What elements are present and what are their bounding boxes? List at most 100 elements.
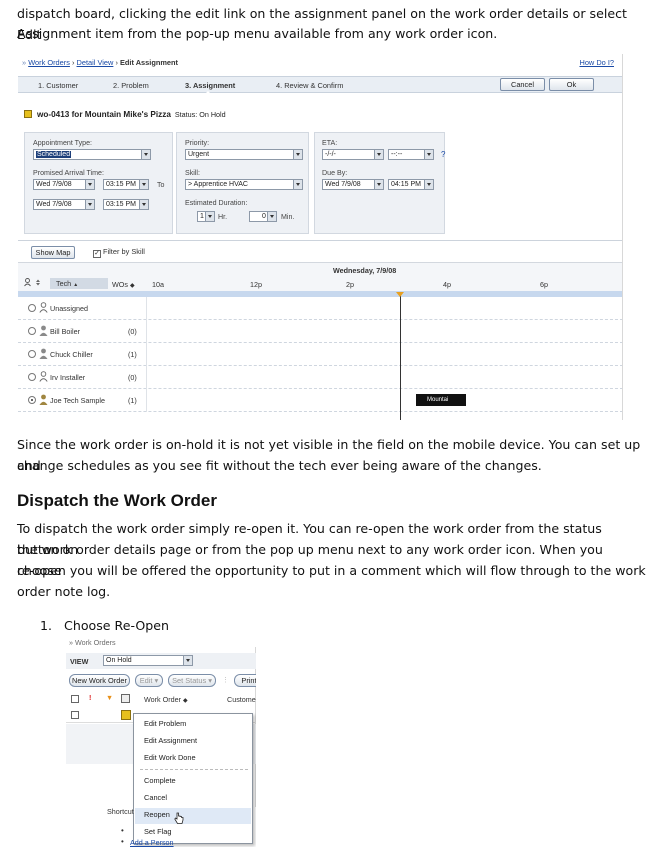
tech-row-bill-boiler[interactable]: Bill Boiler (0) xyxy=(18,320,622,343)
work-order-status-icon xyxy=(24,110,32,118)
toolbar-separator: ⋮ xyxy=(222,675,230,684)
para3-line-4: order note log. xyxy=(17,584,111,599)
menu-complete[interactable]: Complete xyxy=(144,776,176,785)
work-order-name: wo-0413 for Mountain Mike's Pizza xyxy=(37,110,171,119)
row-checkbox[interactable] xyxy=(71,711,79,719)
priority-label: Priority: xyxy=(185,139,210,147)
menu-edit-work-done[interactable]: Edit Work Done xyxy=(144,753,196,762)
eta-time-select[interactable]: --:-- xyxy=(388,149,434,160)
hour-2p: 2p xyxy=(346,280,354,289)
set-status-button[interactable]: Set Status ▾ xyxy=(168,674,216,687)
person-sort-icon[interactable] xyxy=(24,278,42,289)
tech-row-irv-installer[interactable]: Irv Installer (0) xyxy=(18,366,622,389)
hours-select[interactable]: 1 xyxy=(197,211,215,222)
bullet: • xyxy=(121,826,124,835)
filter-by-skill[interactable]: ✓ Filter by Skill xyxy=(93,247,145,258)
chevron-down-icon xyxy=(374,180,383,189)
menu-edit-problem[interactable]: Edit Problem xyxy=(144,719,186,728)
ok-button[interactable]: Ok xyxy=(549,78,594,91)
chevron-down-icon xyxy=(139,180,148,189)
breadcrumb: » Work Orders xyxy=(69,638,116,647)
list-number: 1. xyxy=(40,618,53,633)
shortcut-label: Shortcut xyxy=(107,807,134,816)
arrival-date-select-2[interactable]: Wed 7/9/08 xyxy=(33,199,95,210)
work-order-icon[interactable] xyxy=(121,710,131,720)
breadcrumb-work-orders-link[interactable]: Work Orders xyxy=(28,58,70,67)
work-orders-screenshot: » Work Orders VIEW On Hold New Work Orde… xyxy=(66,636,256,847)
appointment-type-select[interactable]: Scheduled xyxy=(33,149,151,160)
hr-label: Hr. xyxy=(218,213,228,221)
view-bar: VIEW On Hold xyxy=(66,653,256,669)
tech-row-unassigned[interactable]: Unassigned xyxy=(18,297,622,320)
add-person-link[interactable]: Add a Person xyxy=(130,838,174,847)
eta-label: ETA: xyxy=(322,139,338,147)
menu-edit-assignment[interactable]: Edit Assignment xyxy=(144,736,197,745)
tech-radio[interactable] xyxy=(28,304,36,312)
skill-select[interactable]: > Apprentice HVAC xyxy=(185,179,303,190)
eta-panel: ETA: -/-/- --:-- ? Due By: Wed 7/9/08 04… xyxy=(314,132,445,234)
tech-wo-count: (1) xyxy=(128,350,137,359)
step-customer[interactable]: 1. Customer xyxy=(38,81,78,90)
work-order-column-header[interactable]: Work Order ◆ xyxy=(144,695,188,704)
skill-value: > Apprentice HVAC xyxy=(188,181,248,188)
list-text: Choose Re-Open xyxy=(64,618,170,633)
eta-date: -/-/- xyxy=(325,151,336,158)
cancel-button[interactable]: Cancel xyxy=(500,78,545,91)
customer-column-header[interactable]: Custome xyxy=(227,695,256,704)
appointment-block[interactable]: Mountai xyxy=(416,394,466,406)
due-time-select[interactable]: 04:15 PM xyxy=(388,179,434,190)
section-heading: Dispatch the Work Order xyxy=(17,491,217,510)
row-divider xyxy=(146,366,147,389)
person-icon xyxy=(39,394,48,405)
priority-select[interactable]: Urgent xyxy=(185,149,303,160)
arrival-time-select-2[interactable]: 03:15 PM xyxy=(103,199,149,210)
eta-help-link[interactable]: ? xyxy=(441,150,445,159)
hand-cursor-icon xyxy=(174,812,184,824)
tech-radio-selected[interactable] xyxy=(28,396,36,404)
due-by-label: Due By: xyxy=(322,169,348,177)
breadcrumb-current: Edit Assignment xyxy=(119,58,179,67)
appointment-type-label: Appointment Type: xyxy=(33,139,93,147)
select-all-checkbox[interactable] xyxy=(71,695,79,703)
tech-row-chuck-chiller[interactable]: Chuck Chiller (1) xyxy=(18,343,622,366)
due-date-select[interactable]: Wed 7/9/08 xyxy=(322,179,384,190)
appointment-type-value: Scheduled xyxy=(36,151,72,158)
step-assignment[interactable]: 3. Assignment xyxy=(185,81,235,90)
menu-cancel[interactable]: Cancel xyxy=(144,793,167,802)
minutes-select[interactable]: 0 xyxy=(249,211,277,222)
wos-header-label: WOs xyxy=(112,280,128,289)
new-work-order-button[interactable]: New Work Order xyxy=(69,674,130,687)
set-status-label: Set Status xyxy=(172,676,207,685)
breadcrumb-detail-view-link[interactable]: Detail View xyxy=(77,58,114,67)
menu-reopen[interactable]: Reopen xyxy=(144,810,170,819)
edit-button[interactable]: Edit ▾ xyxy=(135,674,163,687)
step-problem[interactable]: 2. Problem xyxy=(113,81,149,90)
tech-radio[interactable] xyxy=(28,327,36,335)
min-label: Min. xyxy=(281,213,295,221)
arrival-time-select-1[interactable]: 03:15 PM xyxy=(103,179,149,190)
chevron-down-icon xyxy=(85,180,94,189)
arrival-time-1: 03:15 PM xyxy=(106,181,136,188)
step-review-confirm[interactable]: 4. Review & Confirm xyxy=(276,81,343,90)
tech-column-header[interactable]: Tech ▲ xyxy=(50,278,108,289)
row-divider xyxy=(146,389,147,412)
arrival-date-select-1[interactable]: Wed 7/9/08 xyxy=(33,179,95,190)
wos-column-header[interactable]: WOs ◆ xyxy=(112,280,135,289)
tech-row-joe-tech-sample[interactable]: Joe Tech Sample (1) Mountai xyxy=(18,389,622,412)
sort-icon: ◆ xyxy=(183,698,188,704)
menu-set-flag[interactable]: Set Flag xyxy=(144,827,172,836)
tech-radio[interactable] xyxy=(28,373,36,381)
eta-date-select[interactable]: -/-/- xyxy=(322,149,384,160)
active-step-pointer xyxy=(203,91,213,96)
work-order-header-label: Work Order xyxy=(144,695,182,704)
how-do-i-link[interactable]: How Do I? xyxy=(579,58,614,67)
show-map-button[interactable]: Show Map xyxy=(31,246,75,259)
current-time-marker-icon xyxy=(396,292,404,297)
tech-radio[interactable] xyxy=(28,350,36,358)
view-label: VIEW xyxy=(70,657,89,666)
table-header: ! ▼ Work Order ◆ Custome xyxy=(66,692,256,705)
breadcrumb-separator: › xyxy=(72,58,75,67)
view-select[interactable]: On Hold xyxy=(103,655,193,666)
print-button[interactable]: Print xyxy=(234,674,256,687)
person-outline-icon xyxy=(39,302,48,313)
